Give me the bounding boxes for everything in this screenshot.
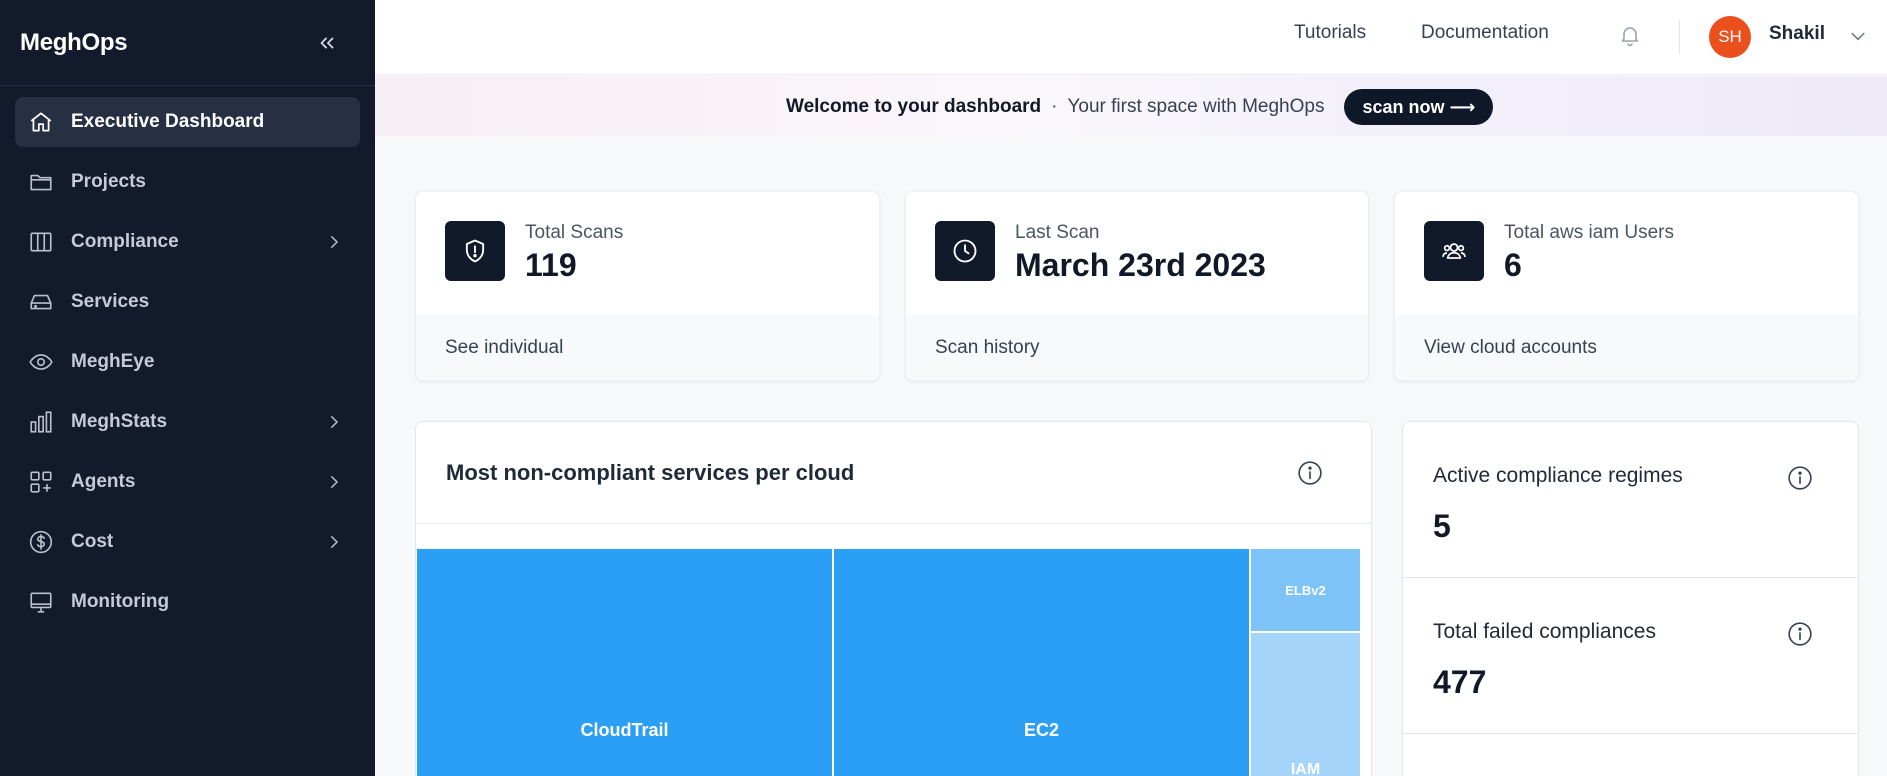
sidebar: MeghOps Executive Dashboard Projects Com… <box>0 0 375 776</box>
bell-icon <box>1621 27 1639 47</box>
topbar-divider <box>1679 20 1680 54</box>
sidebar-item-label: MeghStats <box>71 411 168 432</box>
notifications-button[interactable] <box>1614 19 1646 51</box>
banner-subtitle: Your first space with MeghOps <box>1067 96 1325 117</box>
sidebar-header: MeghOps <box>0 0 375 86</box>
summary-value: 5 <box>1433 508 1451 544</box>
hard-drive-icon <box>27 288 55 316</box>
stat-card-total-scans: Total Scans 119 See individual <box>415 191 880 381</box>
welcome-banner: Welcome to your dashboard · Your first s… <box>375 76 1887 136</box>
banner-title: Welcome to your dashboard <box>786 96 1042 117</box>
double-chevron-left-icon <box>320 37 334 48</box>
sidebar-item-label: Cost <box>71 531 114 552</box>
summary-value: 477 <box>1433 664 1487 700</box>
tutorials-link[interactable]: Tutorials <box>1294 22 1366 44</box>
columns-icon <box>27 228 55 256</box>
info-icon <box>1298 461 1322 485</box>
banner-separator: · <box>1051 96 1058 117</box>
documentation-link[interactable]: Documentation <box>1421 22 1549 44</box>
stat-label: Total Scans <box>525 222 624 243</box>
chevron-right-icon <box>322 470 346 494</box>
home-icon <box>27 108 55 136</box>
summary-row-active-regimes: Active compliance regimes 5 <box>1403 422 1858 578</box>
stat-value: 6 <box>1504 247 1522 283</box>
info-icon <box>1788 622 1812 646</box>
view-cloud-accounts-link[interactable]: View cloud accounts <box>1395 315 1858 380</box>
chevron-right-icon <box>322 410 346 434</box>
shield-alert-icon <box>445 221 505 281</box>
sidebar-item-label: Compliance <box>71 231 179 252</box>
sidebar-item-label: Monitoring <box>71 591 170 612</box>
summary-label: Active compliance regimes <box>1433 464 1683 487</box>
sidebar-item-meghstats[interactable]: MeghStats <box>15 397 360 447</box>
stat-card-last-scan: Last Scan March 23rd 2023 Scan history <box>905 191 1369 381</box>
eye-icon <box>27 348 55 376</box>
sidebar-item-label: Projects <box>71 171 146 192</box>
avatar[interactable]: SH <box>1709 16 1751 58</box>
stat-label: Total aws iam Users <box>1504 222 1674 243</box>
chart-title: Most non-compliant services per cloud <box>446 460 855 485</box>
treemap-chart: CloudTrail EC2 ELBv2 IAM <box>416 549 1371 776</box>
apps-add-icon <box>27 468 55 496</box>
active-regimes-info-button[interactable] <box>1786 464 1814 492</box>
dollar-icon <box>27 528 55 556</box>
sidebar-item-label: Executive Dashboard <box>71 111 265 132</box>
treemap-tile-cloudtrail[interactable]: CloudTrail <box>417 549 832 776</box>
monitor-icon <box>27 588 55 616</box>
stat-value: March 23rd 2023 <box>1015 247 1266 283</box>
brand-logo: MeghOps <box>20 28 128 56</box>
sidebar-item-label: Services <box>71 291 150 312</box>
collapse-sidebar-button[interactable] <box>313 29 341 57</box>
sidebar-item-cost[interactable]: Cost <box>15 517 360 567</box>
chevron-right-icon <box>322 530 346 554</box>
clock-icon <box>935 221 995 281</box>
scan-now-button[interactable]: scan now ⟶ <box>1344 89 1494 125</box>
sidebar-item-agents[interactable]: Agents <box>15 457 360 507</box>
chevron-down-icon <box>1851 32 1865 41</box>
chart-header: Most non-compliant services per cloud <box>416 422 1371 524</box>
sidebar-item-label: MeghEye <box>71 351 155 372</box>
folder-icon <box>27 168 55 196</box>
sidebar-item-label: Agents <box>71 471 136 492</box>
sidebar-item-megheye[interactable]: MeghEye <box>15 337 360 387</box>
compliance-summary-card: Active compliance regimes 5 Total failed… <box>1402 421 1859 776</box>
sidebar-item-monitoring[interactable]: Monitoring <box>15 577 360 627</box>
info-icon <box>1788 466 1812 490</box>
treemap-tile-ec2[interactable]: EC2 <box>834 549 1249 776</box>
sidebar-item-executive-dashboard[interactable]: Executive Dashboard <box>15 97 360 147</box>
chevron-right-icon <box>322 230 346 254</box>
sidebar-nav: Executive Dashboard Projects Compliance … <box>0 86 375 627</box>
stat-card-iam-users: Total aws iam Users 6 View cloud account… <box>1394 191 1859 381</box>
users-icon <box>1424 221 1484 281</box>
sidebar-item-services[interactable]: Services <box>15 277 360 327</box>
treemap-tile-iam[interactable]: IAM <box>1251 633 1360 776</box>
sidebar-item-projects[interactable]: Projects <box>15 157 360 207</box>
stat-label: Last Scan <box>1015 222 1100 243</box>
chart-info-button[interactable] <box>1296 459 1324 487</box>
see-individual-link[interactable]: See individual <box>416 315 879 380</box>
summary-row-failed-compliances: Total failed compliances 477 <box>1403 578 1858 734</box>
sidebar-item-compliance[interactable]: Compliance <box>15 217 360 267</box>
user-name[interactable]: Shakil <box>1769 23 1825 45</box>
stat-value: 119 <box>525 247 577 283</box>
treemap-tile-elbv2[interactable]: ELBv2 <box>1251 549 1360 631</box>
topbar: Tutorials Documentation SH Shakil <box>375 0 1887 75</box>
non-compliant-services-chart-card: Most non-compliant services per cloud Cl… <box>415 421 1372 776</box>
failed-compliances-info-button[interactable] <box>1786 620 1814 648</box>
user-menu-toggle[interactable] <box>1845 23 1871 49</box>
summary-label: Total failed compliances <box>1433 620 1656 643</box>
bar-chart-icon <box>27 408 55 436</box>
scan-history-link[interactable]: Scan history <box>906 315 1368 380</box>
